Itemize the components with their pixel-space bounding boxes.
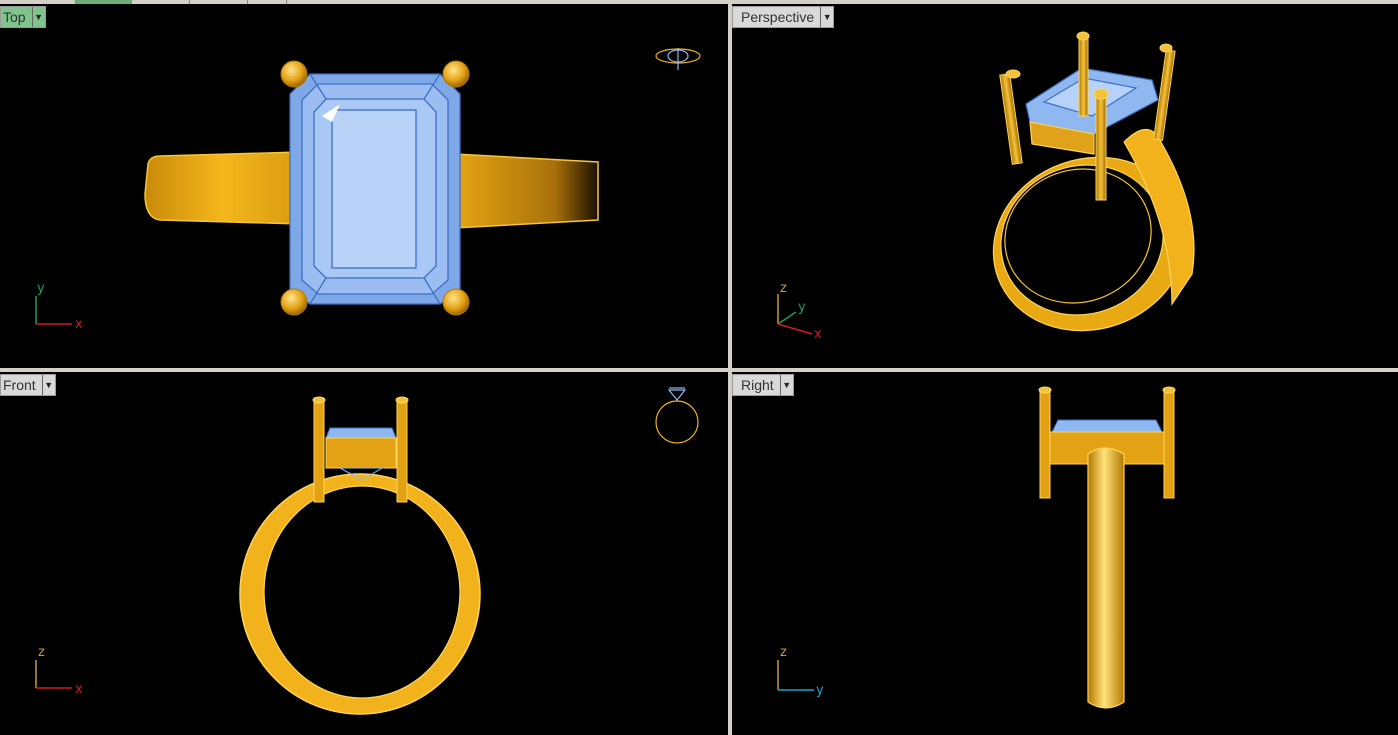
- viewport-title-label[interactable]: Top: [1, 7, 32, 27]
- axis-label-vertical: z: [38, 645, 45, 660]
- chevron-down-icon[interactable]: ▼: [31, 7, 45, 27]
- gemstone-front: [325, 427, 397, 481]
- viewport-front[interactable]: z x Front ▼: [0, 372, 728, 735]
- ring-band-left: [144, 151, 301, 225]
- perspective-view-scene: z y x: [777, 31, 1195, 342]
- viewport-title-front[interactable]: Front ▼: [0, 374, 56, 396]
- axis-label-vertical: y: [37, 281, 45, 296]
- axis-indicator-front: z x: [35, 645, 83, 697]
- viewport-right[interactable]: z y Right ▼: [732, 372, 1398, 735]
- prong-top-right: [442, 60, 470, 88]
- ring-thumbnail-icon: [655, 387, 699, 444]
- axis-label-horizontal: x: [75, 317, 83, 332]
- top-view-scene: y x: [35, 48, 701, 332]
- viewport-title-label[interactable]: Front: [1, 375, 42, 395]
- ring-shank-right: [1087, 447, 1125, 709]
- axis-indicator-right: z y: [777, 645, 824, 698]
- right-view-scene: z y: [777, 386, 1176, 709]
- axis-label-vertical: z: [780, 281, 787, 296]
- viewport-title-perspective[interactable]: Perspective ▼: [732, 6, 835, 28]
- prong-bottom-right: [442, 288, 470, 316]
- viewport-title-label[interactable]: Right: [733, 375, 780, 395]
- viewport-title-right[interactable]: Right ▼: [732, 374, 794, 396]
- axis-label-horizontal: x: [814, 327, 822, 342]
- front-view-scene: z x: [35, 387, 699, 715]
- gemstone-top: [289, 73, 461, 305]
- viewport-title-top[interactable]: Top ▼: [0, 6, 46, 28]
- ring-shank-perspective: [992, 128, 1195, 332]
- prong-bottom-left: [280, 288, 308, 316]
- chevron-down-icon[interactable]: ▼: [779, 375, 793, 395]
- viewport-title-label[interactable]: Perspective: [733, 7, 820, 27]
- chevron-down-icon[interactable]: ▼: [41, 375, 55, 395]
- chevron-down-icon[interactable]: ▼: [820, 7, 833, 27]
- axis-label-horizontal: y: [816, 683, 824, 698]
- axis-label-vertical: z: [780, 645, 787, 660]
- axis-indicator-top: y x: [35, 281, 83, 332]
- viewport-perspective[interactable]: z y x Perspective ▼: [732, 4, 1398, 368]
- axis-label-horizontal: x: [75, 682, 83, 697]
- ring-band-right: [454, 153, 599, 229]
- axis-label-depth: y: [798, 300, 806, 315]
- ring-shank-front: [239, 473, 481, 715]
- prong-top-left: [280, 60, 308, 88]
- ring-thumbnail-icon: [655, 48, 701, 70]
- viewport-top[interactable]: y x Top ▼: [0, 4, 728, 368]
- axis-indicator-perspective: z y x: [777, 281, 822, 342]
